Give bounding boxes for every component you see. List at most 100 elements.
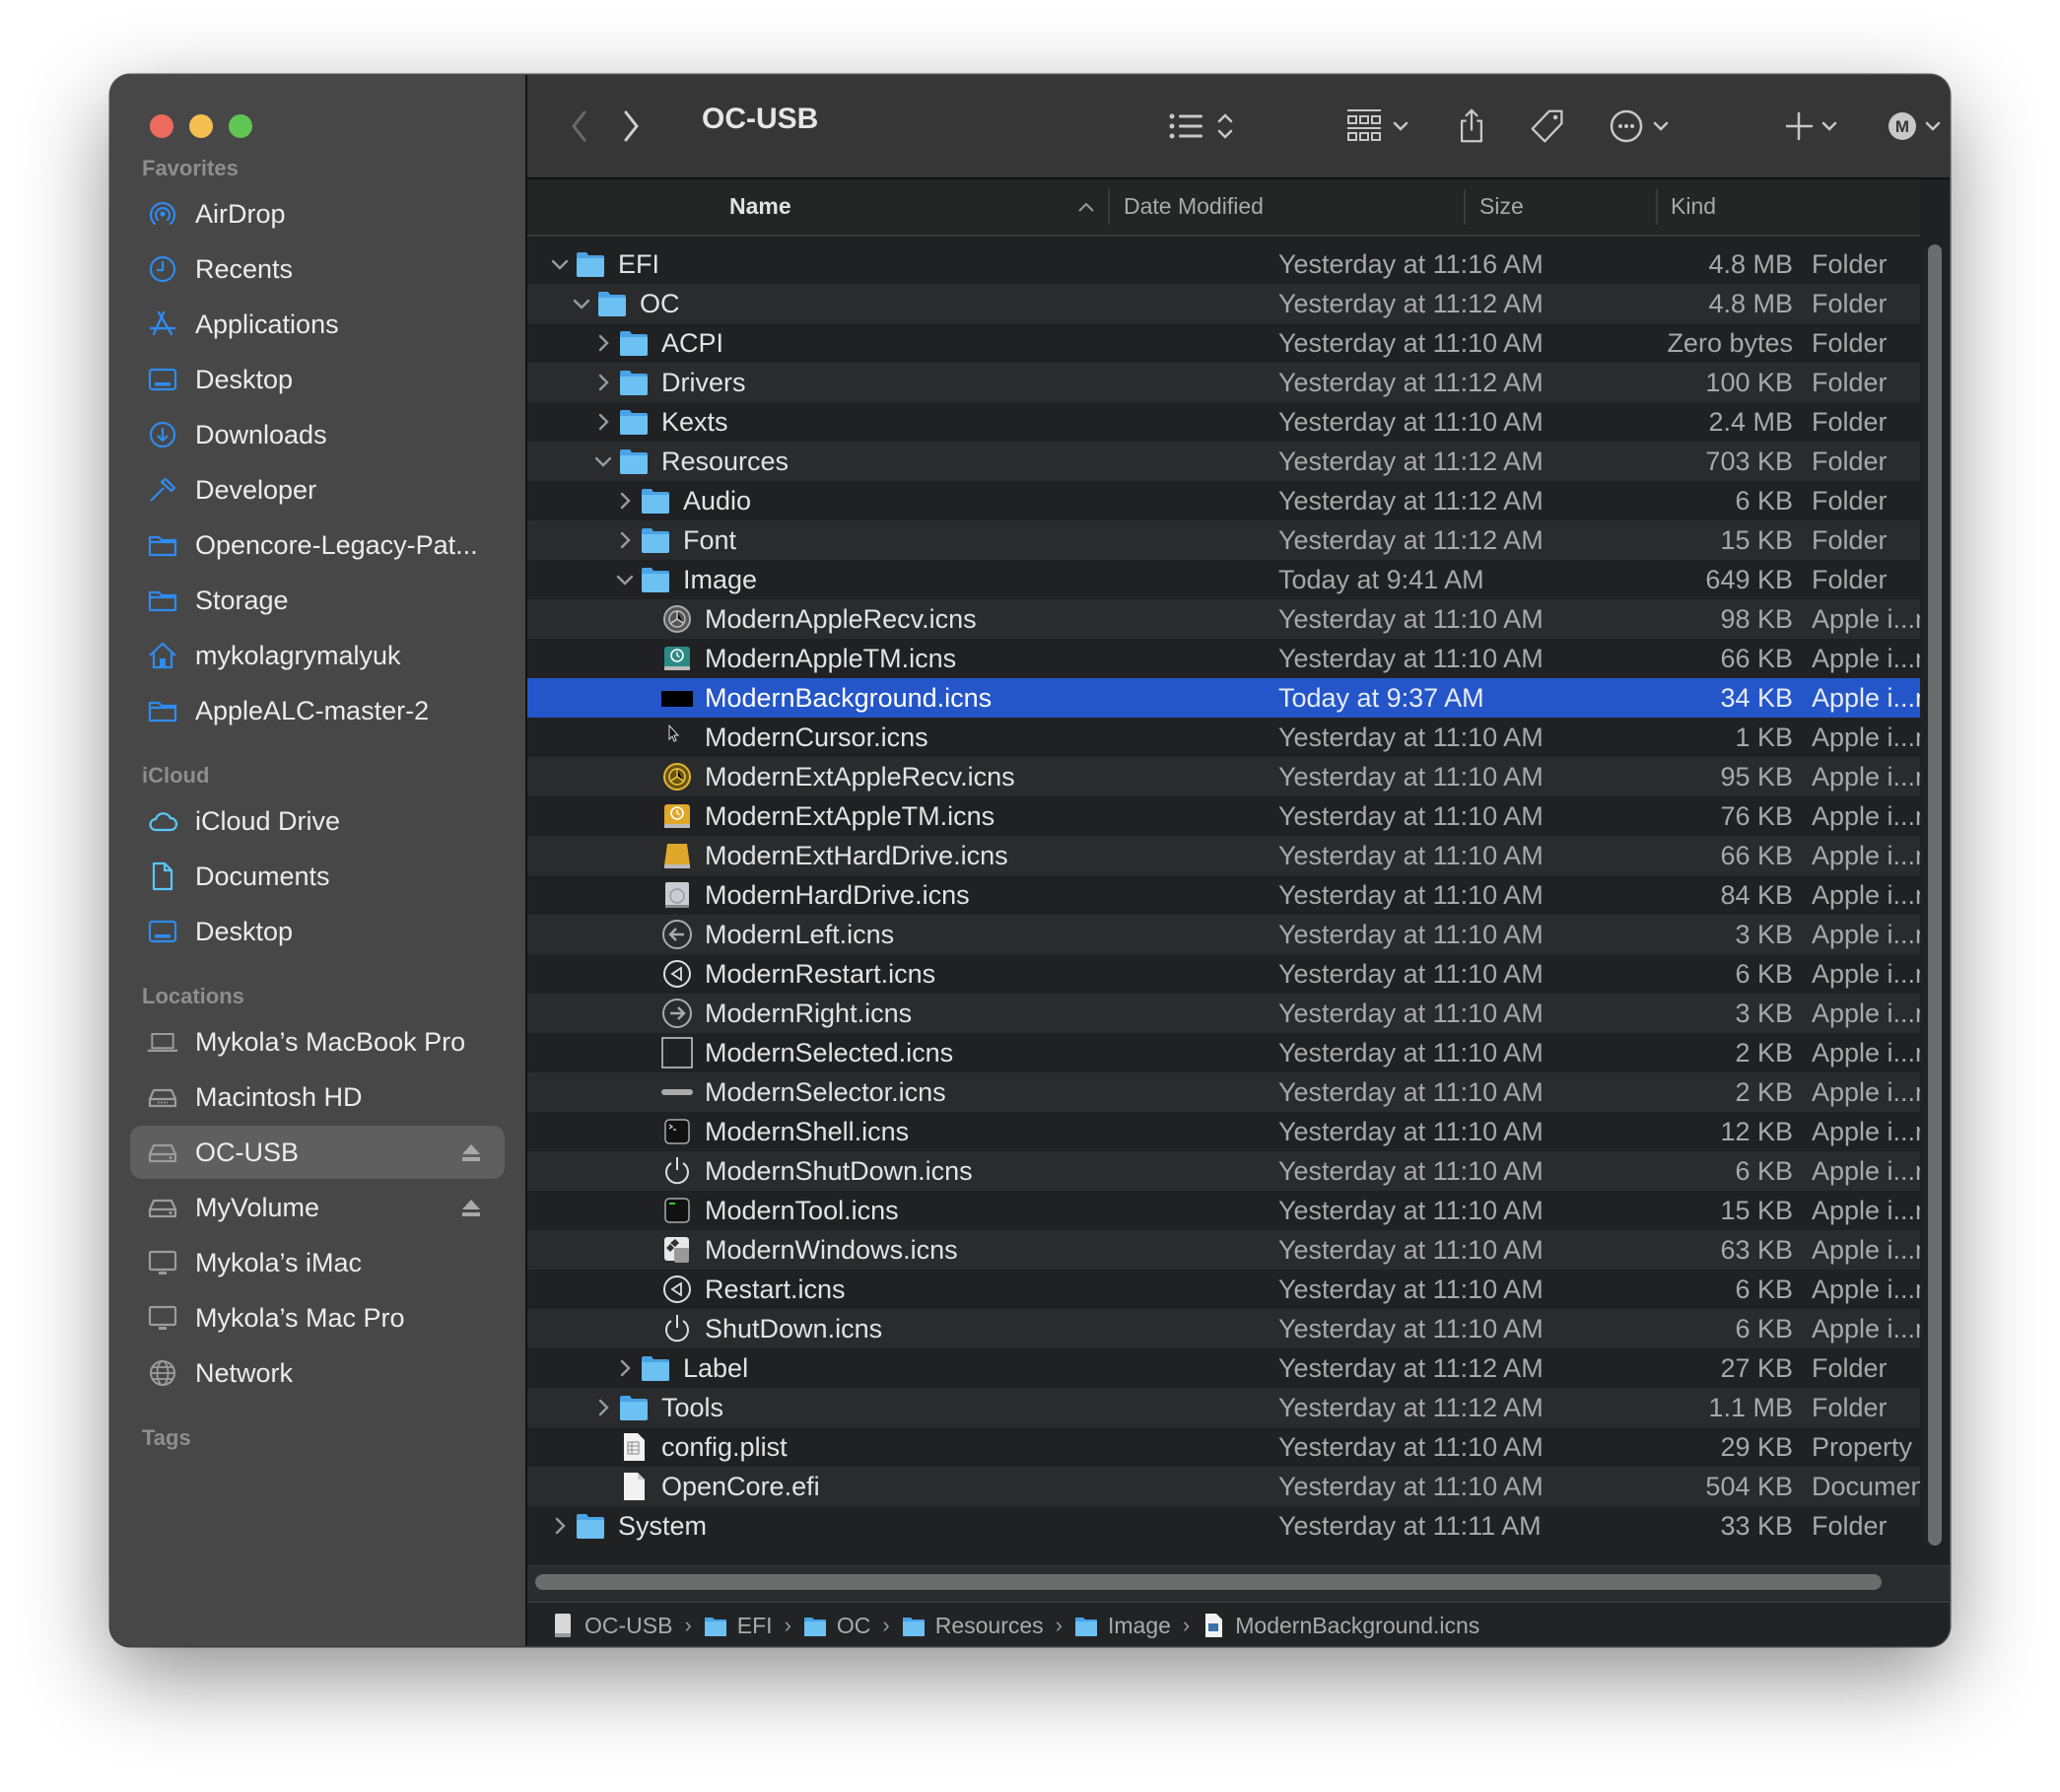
forward-button[interactable] xyxy=(616,104,646,148)
path-item[interactable]: EFI xyxy=(704,1613,773,1639)
zoom-button[interactable] xyxy=(229,114,252,138)
folder-row[interactable]: Kexts Yesterday at 11:10 AM 2.4 MB Folder xyxy=(527,402,1920,442)
file-row[interactable]: ModernExtAppleRecv.icns Yesterday at 11:1… xyxy=(527,757,1920,796)
path-item[interactable]: ModernBackground.icns xyxy=(1202,1613,1479,1639)
column-name[interactable]: Name xyxy=(729,193,791,220)
disclosure-closed-icon[interactable] xyxy=(549,1514,571,1538)
sidebar-item-applealc-master-2[interactable]: AppleALC-master-2 xyxy=(130,684,505,737)
folder-row[interactable]: OC Yesterday at 11:12 AM 4.8 MB Folder xyxy=(527,284,1920,323)
file-row[interactable]: OpenCore.efi Yesterday at 11:10 AM 504 KB D… xyxy=(527,1467,1920,1506)
folder-row[interactable]: System Yesterday at 11:11 AM 33 KB Folder xyxy=(527,1506,1920,1546)
folder-row[interactable]: Tools Yesterday at 11:12 AM 1.1 MB Folder xyxy=(527,1388,1920,1427)
disclosure-closed-icon[interactable] xyxy=(592,410,614,434)
file-row[interactable]: ModernCursor.icns Yesterday at 11:10 AM 1 … xyxy=(527,718,1920,757)
sidebar-item-macintosh-hd[interactable]: Macintosh HD xyxy=(130,1070,505,1124)
sidebar-item-opencore-legacy-pat[interactable]: Opencore-Legacy-Pat... xyxy=(130,518,505,572)
file-row[interactable]: ModernShutDown.icns Yesterday at 11:10 AM… xyxy=(527,1151,1920,1191)
column-divider[interactable] xyxy=(1656,189,1658,225)
sidebar-item-recents[interactable]: Recents xyxy=(130,242,505,296)
disclosure-open-icon[interactable] xyxy=(592,449,614,473)
folder-row[interactable]: EFI Yesterday at 11:16 AM 4.8 MB Folder xyxy=(527,244,1920,284)
file-row[interactable]: Restart.icns Yesterday at 11:10 AM 6 KB App… xyxy=(527,1270,1920,1309)
sidebar-item-mykola-s-macbook-pro[interactable]: Mykola’s MacBook Pro xyxy=(130,1015,505,1068)
column-kind[interactable]: Kind xyxy=(1671,193,1716,220)
disclosure-closed-icon[interactable] xyxy=(592,1396,614,1419)
disclosure-closed-icon[interactable] xyxy=(614,1356,636,1380)
file-row[interactable]: ModernSelector.icns Yesterday at 11:10 AM… xyxy=(527,1072,1920,1112)
group-button[interactable] xyxy=(1345,104,1416,148)
sidebar-item-desktop[interactable]: Desktop xyxy=(130,353,505,406)
disclosure-open-icon[interactable] xyxy=(571,292,592,315)
account-button[interactable]: M xyxy=(1888,104,1950,148)
eject-icon[interactable] xyxy=(459,1140,483,1164)
disclosure-open-icon[interactable] xyxy=(614,568,636,591)
minimize-button[interactable] xyxy=(189,114,213,138)
file-kind: Apple i...n image xyxy=(1812,683,1920,713)
folder-row[interactable]: Audio Yesterday at 11:12 AM 6 KB Folder xyxy=(527,481,1920,520)
horizontal-scrollbar[interactable] xyxy=(527,1565,1950,1600)
tag-button[interactable] xyxy=(1528,104,1567,148)
path-item[interactable]: OC-USB xyxy=(551,1613,672,1639)
path-item[interactable]: Resources xyxy=(902,1613,1044,1639)
file-row[interactable]: config.plist Yesterday at 11:10 AM 29 KB Pr… xyxy=(527,1427,1920,1467)
column-size[interactable]: Size xyxy=(1479,193,1524,220)
file-row[interactable]: ModernAppleRecv.icns Yesterday at 11:10 A… xyxy=(527,599,1920,639)
file-row[interactable]: ModernLeft.icns Yesterday at 11:10 AM 3 KB… xyxy=(527,915,1920,954)
more-actions-button[interactable] xyxy=(1610,104,1681,148)
sidebar-item-storage[interactable]: Storage xyxy=(130,574,505,627)
file-row[interactable]: ModernRight.icns Yesterday at 11:10 AM 3 K… xyxy=(527,994,1920,1033)
file-row[interactable]: ModernWindows.icns Yesterday at 11:10 AM 6… xyxy=(527,1230,1920,1270)
vertical-scroll-thumb[interactable] xyxy=(1928,244,1942,1546)
sidebar-item-network[interactable]: Network xyxy=(130,1346,505,1400)
path-item[interactable]: Image xyxy=(1074,1613,1171,1639)
sidebar-item-downloads[interactable]: Downloads xyxy=(130,408,505,461)
sidebar-item-oc-usb[interactable]: OC-USB xyxy=(130,1126,505,1179)
column-divider[interactable] xyxy=(1464,189,1466,225)
sidebar-item-applications[interactable]: Applications xyxy=(130,298,505,351)
sidebar-item-mykola-s-imac[interactable]: Mykola’s iMac xyxy=(130,1236,505,1289)
disclosure-closed-icon[interactable] xyxy=(592,331,614,355)
eject-icon[interactable] xyxy=(459,1196,483,1219)
disclosure-open-icon[interactable] xyxy=(549,252,571,276)
sidebar-item-icloud-drive[interactable]: iCloud Drive xyxy=(130,794,505,848)
share-button[interactable] xyxy=(1454,104,1489,148)
vertical-scrollbar[interactable] xyxy=(1926,237,1944,1557)
view-mode-button[interactable] xyxy=(1168,104,1247,148)
file-row[interactable]: ModernAppleTM.icns Yesterday at 11:10 AM 6… xyxy=(527,639,1920,678)
folder-row[interactable]: Drivers Yesterday at 11:12 AM 100 KB Folder xyxy=(527,363,1920,402)
column-date-modified[interactable]: Date Modified xyxy=(1124,193,1264,220)
folder-row[interactable]: Label Yesterday at 11:12 AM 27 KB Folder xyxy=(527,1348,1920,1388)
file-row[interactable]: ModernRestart.icns Yesterday at 11:10 AM 6… xyxy=(527,954,1920,994)
sidebar-item-mykolagrymalyuk[interactable]: mykolagrymalyuk xyxy=(130,629,505,682)
sidebar-item-developer[interactable]: Developer xyxy=(130,463,505,517)
disclosure-closed-icon[interactable] xyxy=(614,528,636,552)
folder-row[interactable]: Font Yesterday at 11:12 AM 15 KB Folder xyxy=(527,520,1920,560)
path-item[interactable]: OC xyxy=(803,1613,870,1639)
disclosure-closed-icon[interactable] xyxy=(614,489,636,513)
file-row[interactable]: ModernHardDrive.icns Yesterday at 11:10 A… xyxy=(527,875,1920,915)
column-divider[interactable] xyxy=(1108,189,1110,225)
file-row[interactable]: ShutDown.icns Yesterday at 11:10 AM 6 KB Ap… xyxy=(527,1309,1920,1348)
disclosure-closed-icon[interactable] xyxy=(592,371,614,394)
sidebar-item-airdrop[interactable]: AirDrop xyxy=(130,187,505,241)
sidebar-item-mykola-s-mac-pro[interactable]: Mykola’s Mac Pro xyxy=(130,1291,505,1344)
folder-row[interactable]: Resources Yesterday at 11:12 AM 703 KB Fold… xyxy=(527,442,1920,481)
horizontal-scroll-thumb[interactable] xyxy=(535,1574,1882,1590)
folder-row[interactable]: ACPI Yesterday at 11:10 AM Zero bytes Folde… xyxy=(527,323,1920,363)
ext-time-machine-icon xyxy=(661,800,693,832)
file-row[interactable]: ModernExtHardDrive.icns Yesterday at 11:1… xyxy=(527,836,1920,875)
file-row[interactable]: ModernSelected.icns Yesterday at 11:10 AM… xyxy=(527,1033,1920,1072)
file-row[interactable]: ModernBackground.icns Today at 9:37 AM 34 … xyxy=(527,678,1920,718)
sidebar-item-myvolume[interactable]: MyVolume xyxy=(130,1181,505,1234)
file-row[interactable]: ModernShell.icns Yesterday at 11:10 AM 12 … xyxy=(527,1112,1920,1151)
file-row[interactable]: ModernExtAppleTM.icns Yesterday at 11:10 … xyxy=(527,796,1920,836)
sidebar-item-documents[interactable]: Documents xyxy=(130,850,505,903)
file-row[interactable]: ModernTool.icns Yesterday at 11:10 AM 15 K… xyxy=(527,1191,1920,1230)
folder-row[interactable]: Image Today at 9:41 AM 649 KB Folder xyxy=(527,560,1920,599)
back-button[interactable] xyxy=(565,104,594,148)
new-item-button[interactable] xyxy=(1786,104,1849,148)
cursor-icon xyxy=(661,722,693,753)
date-modified: Yesterday at 11:12 AM xyxy=(1278,1393,1544,1422)
close-button[interactable] xyxy=(150,114,173,138)
sidebar-item-desktop[interactable]: Desktop xyxy=(130,905,505,958)
